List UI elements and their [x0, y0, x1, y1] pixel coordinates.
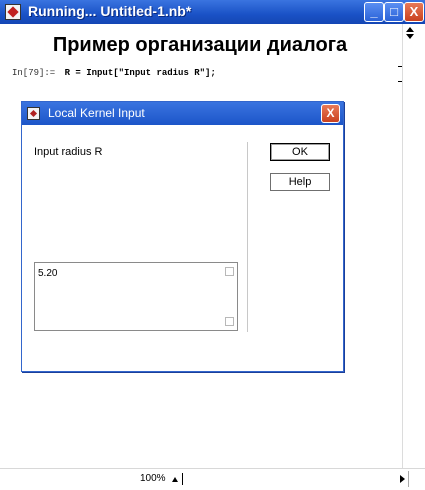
zoom-up-arrow-icon[interactable]: [172, 477, 178, 482]
minimize-button[interactable]: _: [364, 2, 384, 22]
field-scroll-down-icon[interactable]: [225, 317, 234, 326]
field-scroll-up-icon[interactable]: [225, 267, 234, 276]
window-title: Running... Untitled-1.nb*: [28, 3, 192, 19]
local-kernel-input-dialog: Local Kernel Input X Input radius R OK H…: [21, 101, 344, 372]
input-cell[interactable]: In[79]:= R = Input["Input radius R"];: [12, 68, 216, 78]
dialog-prompt: Input radius R: [34, 146, 103, 158]
close-button[interactable]: X: [404, 2, 424, 22]
dialog-title: Local Kernel Input: [48, 106, 145, 120]
answer-value: 5.20: [38, 268, 58, 279]
divider: [247, 142, 248, 332]
vertical-scrollbar[interactable]: [402, 24, 425, 469]
zoom-level[interactable]: 100%: [140, 473, 166, 484]
status-bar: 100%: [0, 468, 425, 490]
scroll-down-arrow-icon[interactable]: [406, 34, 414, 39]
ok-button[interactable]: OK: [270, 143, 330, 161]
notebook-heading: Пример организации диалога: [52, 34, 348, 56]
input-cell-code: R = Input["Input radius R"];: [64, 68, 216, 78]
mathematica-icon: [5, 4, 21, 20]
scroll-right-arrow-icon[interactable]: [400, 475, 405, 483]
answer-input[interactable]: 5.20: [34, 262, 238, 331]
horizontal-scrollbar[interactable]: [182, 473, 193, 485]
dialog-titlebar[interactable]: Local Kernel Input X: [22, 102, 343, 125]
maximize-button[interactable]: □: [384, 2, 404, 22]
input-cell-label: In[79]:=: [12, 68, 56, 78]
scroll-up-arrow-icon[interactable]: [406, 27, 414, 32]
window-titlebar[interactable]: Running... Untitled-1.nb* _ □ X: [0, 0, 425, 24]
help-button[interactable]: Help: [270, 173, 330, 191]
mathematica-icon: [27, 107, 40, 120]
resize-grip[interactable]: [408, 471, 423, 487]
dialog-close-button[interactable]: X: [321, 104, 340, 123]
